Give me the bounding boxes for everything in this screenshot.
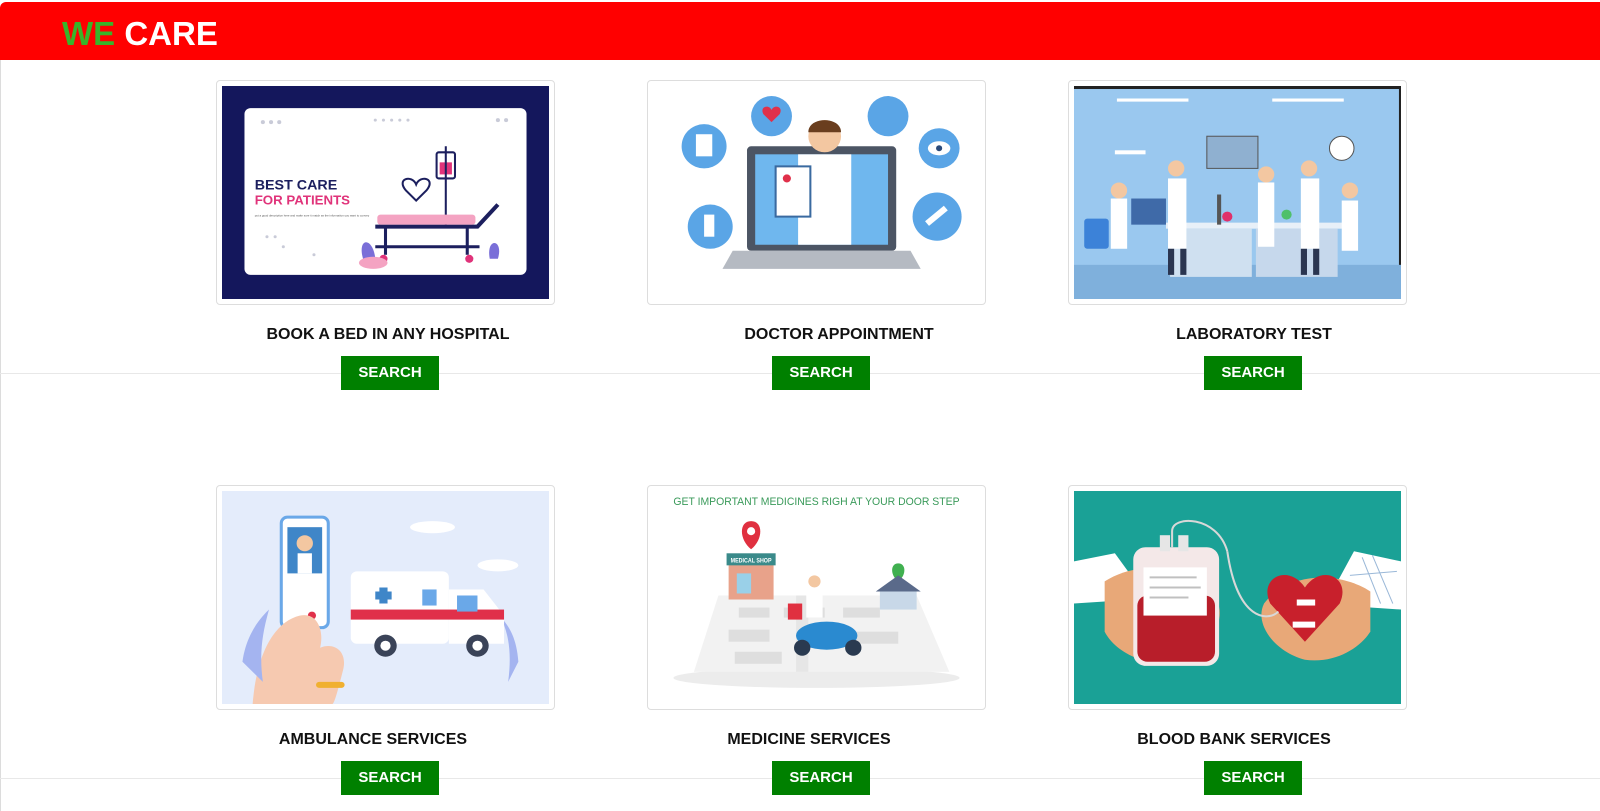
hospital-image-subheadline: FOR PATIENTS xyxy=(255,193,351,208)
brand-we: WE xyxy=(62,15,116,52)
ambulance-services-image xyxy=(216,485,555,710)
card-title: BLOOD BANK SERVICES xyxy=(1137,731,1331,748)
hospital-bed-image: BEST CARE FOR PATIENTS put a good descri… xyxy=(216,80,555,305)
card-title: MEDICINE SERVICES xyxy=(727,731,891,748)
doctor-appointment-image xyxy=(647,80,986,305)
search-button-hospital-bed[interactable]: SEARCH xyxy=(341,356,439,390)
medical-shop-sign: MEDICAL SHOP xyxy=(731,558,772,564)
search-button-blood-bank-services[interactable]: SEARCH xyxy=(1204,761,1302,795)
page-left-border xyxy=(0,60,1,811)
search-button-ambulance-services[interactable]: SEARCH xyxy=(341,761,439,795)
medicine-image-headline: GET IMPORTANT MEDICINES RIGH AT YOUR DOO… xyxy=(673,496,959,508)
brand-logo[interactable]: WE CARE xyxy=(62,15,218,53)
search-button-doctor-appointment[interactable]: SEARCH xyxy=(772,356,870,390)
hospital-image-headline: BEST CARE xyxy=(255,178,338,194)
laboratory-test-image xyxy=(1068,80,1407,305)
search-button-laboratory-test[interactable]: SEARCH xyxy=(1204,356,1302,390)
medicine-services-image: GET IMPORTANT MEDICINES RIGH AT YOUR DOO… xyxy=(647,485,986,710)
hospital-image-caption: put a good description here and make sur… xyxy=(255,214,370,218)
site-header: WE CARE xyxy=(0,2,1600,60)
card-title: BOOK A BED IN ANY HOSPITAL xyxy=(266,326,510,343)
blood-bank-image xyxy=(1068,485,1407,710)
card-title: DOCTOR APPOINTMENT xyxy=(744,326,934,343)
search-button-medicine-services[interactable]: SEARCH xyxy=(772,761,870,795)
card-title: LABORATORY TEST xyxy=(1176,326,1332,343)
brand-care: CARE xyxy=(124,15,218,52)
card-title: AMBULANCE SERVICES xyxy=(278,731,468,748)
